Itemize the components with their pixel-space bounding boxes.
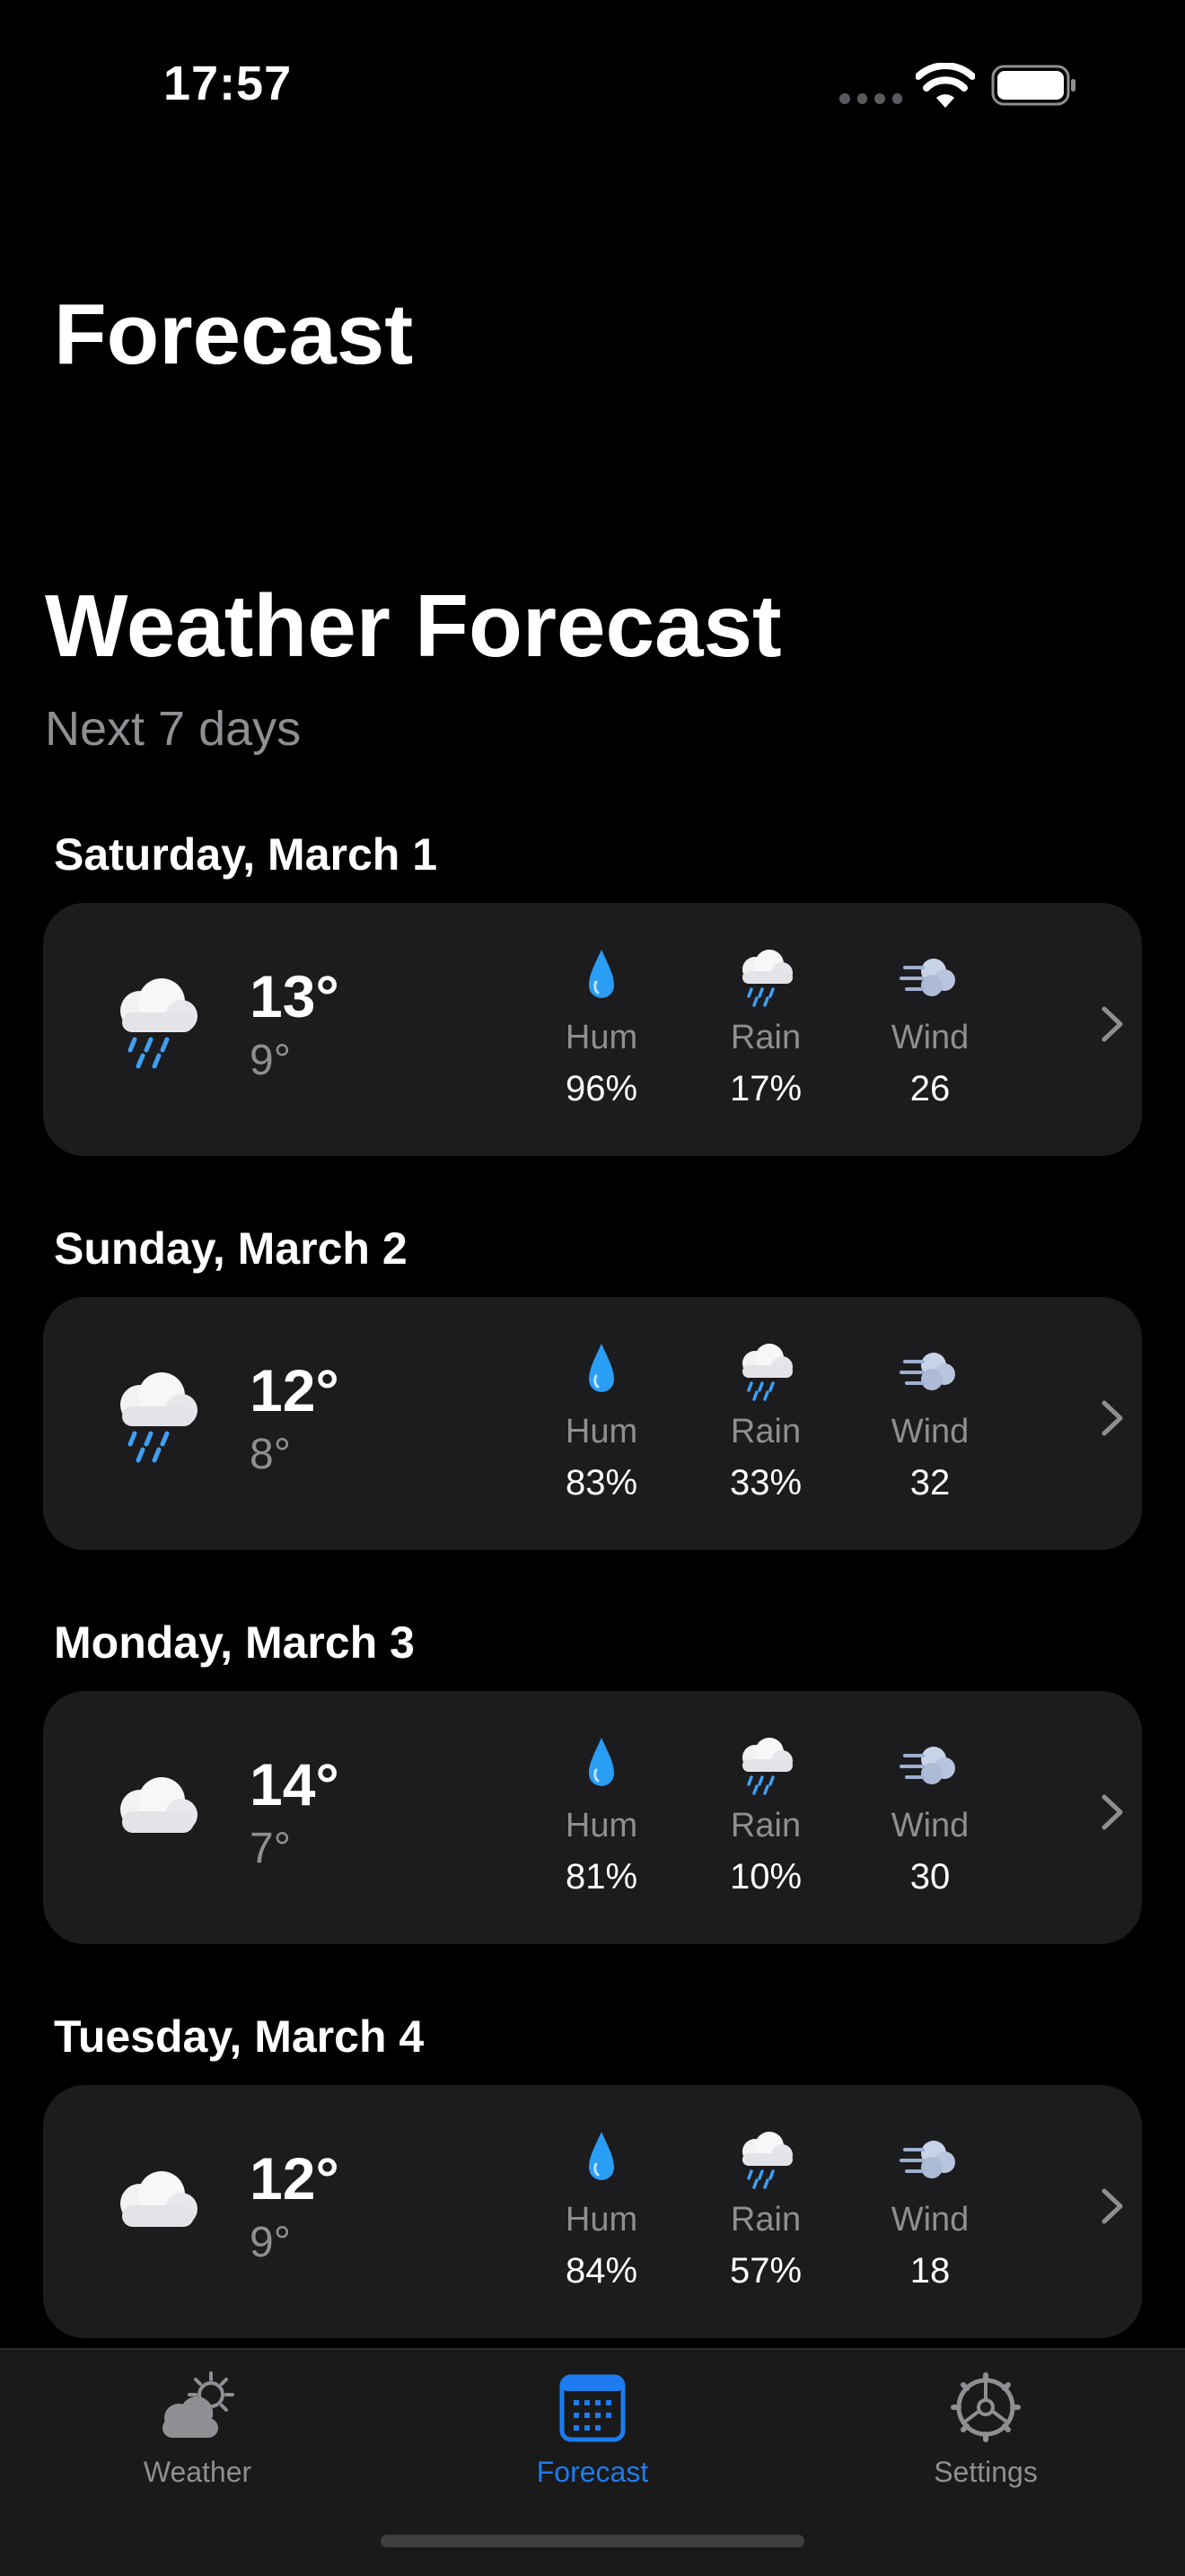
temp-high: 14° [250,1751,339,1818]
tab-settings[interactable]: Settings [869,2368,1102,2490]
cloud-sun-icon [162,2371,234,2438]
status-time: 17:57 [163,57,293,110]
droplet-icon [589,950,614,998]
nav-title: Forecast [54,286,414,382]
day-date-label: Sunday, March 2 [54,1223,408,1274]
home-indicator[interactable] [381,2535,804,2547]
wind-value: 18 [909,2251,951,2291]
day-date-label: Tuesday, March 4 [54,2011,425,2062]
page-subtitle: Next 7 days [45,702,302,756]
tab-forecast[interactable]: Forecast [476,2368,709,2490]
wind-label: Wind [891,1413,970,1450]
day-date-label: Saturday, March 1 [54,829,438,880]
tab-forecast-label: Forecast [536,2456,649,2488]
humidity-label: Hum [565,1413,638,1450]
cloud-rain-icon [120,978,198,1069]
tab-weather-label: Weather [143,2456,252,2488]
cloud-icon [120,1777,198,1833]
temp-low: 9° [250,2219,291,2266]
calendar-icon [559,2374,626,2442]
rain-label: Rain [730,1413,802,1450]
cellular-signal-icon [839,93,902,104]
wind-value: 26 [909,1069,951,1108]
tab-settings-label: Settings [934,2456,1038,2488]
wind-metric: Wind 26 [858,948,1002,1109]
rain-label: Rain [730,1807,802,1844]
rain-metric: Rain 10% [694,1736,838,1897]
humidity-label: Hum [565,2201,638,2239]
chevron-right-icon [1102,2188,1123,2224]
wifi-icon [916,63,975,108]
wind-metric: Wind 18 [858,2130,1002,2291]
rain-label: Rain [730,1019,802,1056]
rain-value: 33% [729,1463,803,1503]
humidity-metric: Hum 81% [530,1736,673,1897]
wind-label: Wind [891,1807,970,1844]
wind-metric: Wind 32 [858,1342,1002,1503]
wind-value: 30 [909,1857,951,1897]
tab-weather[interactable]: Weather [81,2368,314,2490]
wind-label: Wind [891,2201,970,2239]
temp-low: 7° [250,1825,291,1872]
page-title: Weather Forecast [45,576,782,675]
cloud-rain-icon [742,950,793,1007]
rain-metric: Rain 57% [694,2130,838,2291]
chevron-right-icon [1102,1400,1123,1436]
cloud-rain-icon [742,1344,793,1401]
day-forecast-card[interactable]: 12° 8° Hum 83% Rain 33% Wind 32 [43,1297,1142,1550]
status-bar: 17:57 [0,0,1185,180]
humidity-metric: Hum 96% [530,948,673,1109]
humidity-label: Hum [565,1019,638,1056]
humidity-metric: Hum 84% [530,2130,673,2291]
chevron-right-icon [1102,1794,1123,1830]
humidity-value: 81% [565,1857,638,1897]
wind-label: Wind [891,1019,970,1056]
cloud-rain-icon [742,2132,793,2189]
day-forecast-card[interactable]: 12° 9° Hum 84% Rain 57% Wind 18 [43,2085,1142,2338]
humidity-metric: Hum 83% [530,1342,673,1503]
rain-metric: Rain 33% [694,1342,838,1503]
day-forecast-card[interactable]: 14° 7° Hum 81% Rain 10% Wind 30 [43,1691,1142,1944]
temp-high: 13° [250,963,339,1030]
wind-icon [900,1747,955,1784]
droplet-icon [589,1738,614,1786]
battery-icon [991,65,1075,106]
humidity-value: 96% [565,1069,638,1108]
temp-high: 12° [250,1357,339,1424]
humidity-value: 84% [565,2251,638,2291]
wind-icon [900,959,955,996]
gear-icon [951,2372,1021,2442]
day-date-label: Monday, March 3 [54,1617,415,1668]
temp-high: 12° [250,2145,339,2212]
cloud-rain-icon [120,1372,198,1463]
wind-value: 32 [909,1463,951,1503]
cloud-rain-icon [742,1738,793,1795]
humidity-value: 83% [565,1463,638,1503]
rain-metric: Rain 17% [694,948,838,1109]
wind-icon [900,1353,955,1390]
wind-icon [900,2141,955,2178]
rain-label: Rain [730,2201,802,2239]
humidity-label: Hum [565,1807,638,1844]
temp-low: 8° [250,1431,291,1478]
cloud-icon [120,2171,198,2227]
rain-value: 17% [729,1069,803,1108]
chevron-right-icon [1102,1006,1123,1042]
day-forecast-card[interactable]: 13° 9° Hum 96% Rain 17% Wind 26 [43,903,1142,1156]
droplet-icon [589,2132,614,2180]
wind-metric: Wind 30 [858,1736,1002,1897]
temp-low: 9° [250,1037,291,1084]
droplet-icon [589,1344,614,1392]
rain-value: 57% [729,2251,803,2291]
rain-value: 10% [729,1857,803,1897]
